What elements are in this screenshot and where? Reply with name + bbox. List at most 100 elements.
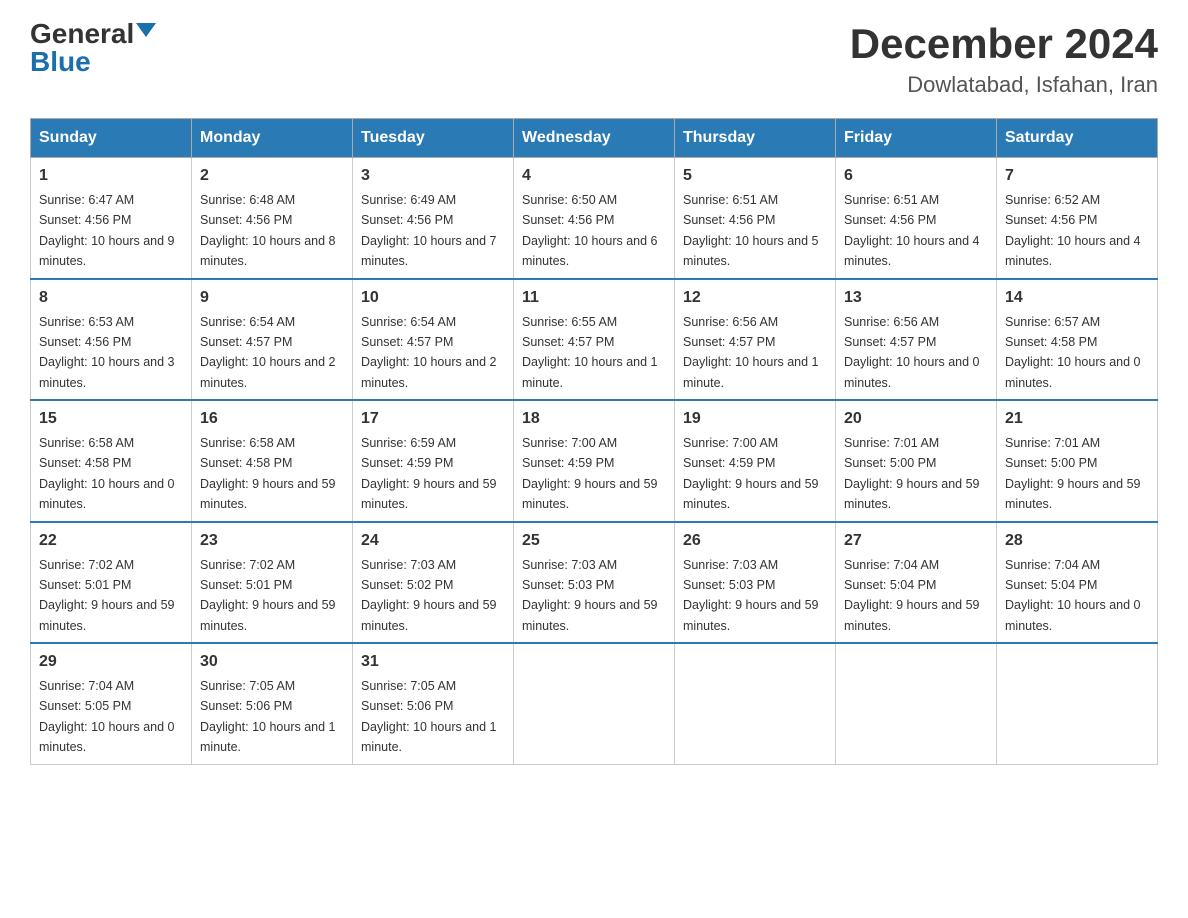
day-number: 23 <box>200 529 344 553</box>
day-cell: 11 Sunrise: 6:55 AMSunset: 4:57 PMDayligh… <box>514 279 675 401</box>
day-number: 18 <box>522 407 666 431</box>
day-number: 16 <box>200 407 344 431</box>
page-header: General Blue December 2024 Dowlatabad, I… <box>30 20 1158 98</box>
day-cell: 23Sunrise: 7:02 AMSunset: 5:01 PMDayligh… <box>192 522 353 644</box>
day-cell: 27 Sunrise: 7:04 AMSunset: 5:04 PMDayligh… <box>836 522 997 644</box>
day-info: Sunrise: 7:05 AMSunset: 5:06 PMDaylight:… <box>361 679 497 754</box>
day-number: 6 <box>844 164 988 188</box>
day-cell: 12 Sunrise: 6:56 AMSunset: 4:57 PMDayligh… <box>675 279 836 401</box>
header-tuesday: Tuesday <box>353 119 514 158</box>
day-number: 21 <box>1005 407 1149 431</box>
day-number: 20 <box>844 407 988 431</box>
day-info: Sunrise: 6:48 AMSunset: 4:56 PMDaylight:… <box>200 193 336 268</box>
day-number: 17 <box>361 407 505 431</box>
week-row-3: 15Sunrise: 6:58 AMSunset: 4:58 PMDayligh… <box>31 400 1158 522</box>
day-cell: 28 Sunrise: 7:04 AMSunset: 5:04 PMDayligh… <box>997 522 1158 644</box>
logo: General Blue <box>30 20 156 76</box>
day-cell: 9 Sunrise: 6:54 AMSunset: 4:57 PMDaylight… <box>192 279 353 401</box>
day-cell: 18 Sunrise: 7:00 AMSunset: 4:59 PMDayligh… <box>514 400 675 522</box>
day-cell: 25Sunrise: 7:03 AMSunset: 5:03 PMDayligh… <box>514 522 675 644</box>
day-cell <box>514 643 675 764</box>
day-info: Sunrise: 6:50 AMSunset: 4:56 PMDaylight:… <box>522 193 658 268</box>
day-cell: 20 Sunrise: 7:01 AMSunset: 5:00 PMDayligh… <box>836 400 997 522</box>
day-number: 9 <box>200 286 344 310</box>
day-cell <box>675 643 836 764</box>
day-cell: 6 Sunrise: 6:51 AMSunset: 4:56 PMDaylight… <box>836 158 997 279</box>
day-number: 28 <box>1005 529 1149 553</box>
day-cell: 19 Sunrise: 7:00 AMSunset: 4:59 PMDayligh… <box>675 400 836 522</box>
day-cell: 17 Sunrise: 6:59 AMSunset: 4:59 PMDayligh… <box>353 400 514 522</box>
day-cell: 15Sunrise: 6:58 AMSunset: 4:58 PMDayligh… <box>31 400 192 522</box>
header-friday: Friday <box>836 119 997 158</box>
day-number: 4 <box>522 164 666 188</box>
day-number: 14 <box>1005 286 1149 310</box>
day-cell: 24Sunrise: 7:03 AMSunset: 5:02 PMDayligh… <box>353 522 514 644</box>
day-number: 2 <box>200 164 344 188</box>
week-row-5: 29Sunrise: 7:04 AMSunset: 5:05 PMDayligh… <box>31 643 1158 764</box>
day-info: Sunrise: 6:49 AMSunset: 4:56 PMDaylight:… <box>361 193 497 268</box>
logo-general-text: General <box>30 20 134 48</box>
day-number: 26 <box>683 529 827 553</box>
header-wednesday: Wednesday <box>514 119 675 158</box>
week-row-4: 22 Sunrise: 7:02 AMSunset: 5:01 PMDayligh… <box>31 522 1158 644</box>
day-cell <box>836 643 997 764</box>
day-cell: 30Sunrise: 7:05 AMSunset: 5:06 PMDayligh… <box>192 643 353 764</box>
header-saturday: Saturday <box>997 119 1158 158</box>
month-year-title: December 2024 <box>850 20 1158 68</box>
day-info: Sunrise: 6:56 AMSunset: 4:57 PMDaylight:… <box>683 315 819 390</box>
day-info: Sunrise: 6:53 AMSunset: 4:56 PMDaylight:… <box>39 315 175 390</box>
day-info: Sunrise: 6:47 AMSunset: 4:56 PMDaylight:… <box>39 193 175 268</box>
day-info: Sunrise: 6:51 AMSunset: 4:56 PMDaylight:… <box>683 193 819 268</box>
day-number: 30 <box>200 650 344 674</box>
day-number: 7 <box>1005 164 1149 188</box>
day-info: Sunrise: 7:03 AMSunset: 5:02 PMDaylight:… <box>361 558 497 633</box>
day-cell: 5 Sunrise: 6:51 AMSunset: 4:56 PMDaylight… <box>675 158 836 279</box>
day-number: 27 <box>844 529 988 553</box>
day-number: 5 <box>683 164 827 188</box>
calendar-table: SundayMondayTuesdayWednesdayThursdayFrid… <box>30 118 1158 765</box>
logo-triangle-icon <box>136 23 156 37</box>
day-info: Sunrise: 7:00 AMSunset: 4:59 PMDaylight:… <box>683 436 819 511</box>
day-number: 1 <box>39 164 183 188</box>
header-sunday: Sunday <box>31 119 192 158</box>
day-info: Sunrise: 6:56 AMSunset: 4:57 PMDaylight:… <box>844 315 980 390</box>
day-info: Sunrise: 7:03 AMSunset: 5:03 PMDaylight:… <box>522 558 658 633</box>
day-info: Sunrise: 7:04 AMSunset: 5:04 PMDaylight:… <box>1005 558 1141 633</box>
day-cell: 13 Sunrise: 6:56 AMSunset: 4:57 PMDayligh… <box>836 279 997 401</box>
day-info: Sunrise: 6:59 AMSunset: 4:59 PMDaylight:… <box>361 436 497 511</box>
day-cell: 10Sunrise: 6:54 AMSunset: 4:57 PMDayligh… <box>353 279 514 401</box>
week-row-1: 1 Sunrise: 6:47 AMSunset: 4:56 PMDaylight… <box>31 158 1158 279</box>
day-cell: 7 Sunrise: 6:52 AMSunset: 4:56 PMDaylight… <box>997 158 1158 279</box>
day-info: Sunrise: 6:51 AMSunset: 4:56 PMDaylight:… <box>844 193 980 268</box>
header-thursday: Thursday <box>675 119 836 158</box>
day-cell <box>997 643 1158 764</box>
day-cell: 16Sunrise: 6:58 AMSunset: 4:58 PMDayligh… <box>192 400 353 522</box>
day-number: 8 <box>39 286 183 310</box>
week-row-2: 8 Sunrise: 6:53 AMSunset: 4:56 PMDaylight… <box>31 279 1158 401</box>
day-number: 10 <box>361 286 505 310</box>
day-info: Sunrise: 6:54 AMSunset: 4:57 PMDaylight:… <box>200 315 336 390</box>
day-number: 31 <box>361 650 505 674</box>
day-info: Sunrise: 7:01 AMSunset: 5:00 PMDaylight:… <box>1005 436 1141 511</box>
day-cell: 3 Sunrise: 6:49 AMSunset: 4:56 PMDaylight… <box>353 158 514 279</box>
title-section: December 2024 Dowlatabad, Isfahan, Iran <box>850 20 1158 98</box>
day-number: 13 <box>844 286 988 310</box>
day-number: 11 <box>522 286 666 310</box>
day-info: Sunrise: 6:57 AMSunset: 4:58 PMDaylight:… <box>1005 315 1141 390</box>
day-cell: 2 Sunrise: 6:48 AMSunset: 4:56 PMDaylight… <box>192 158 353 279</box>
day-number: 15 <box>39 407 183 431</box>
day-number: 29 <box>39 650 183 674</box>
day-info: Sunrise: 7:01 AMSunset: 5:00 PMDaylight:… <box>844 436 980 511</box>
day-number: 22 <box>39 529 183 553</box>
day-number: 19 <box>683 407 827 431</box>
header-monday: Monday <box>192 119 353 158</box>
day-info: Sunrise: 6:55 AMSunset: 4:57 PMDaylight:… <box>522 315 658 390</box>
day-number: 12 <box>683 286 827 310</box>
day-info: Sunrise: 7:00 AMSunset: 4:59 PMDaylight:… <box>522 436 658 511</box>
day-info: Sunrise: 7:04 AMSunset: 5:04 PMDaylight:… <box>844 558 980 633</box>
day-cell: 29Sunrise: 7:04 AMSunset: 5:05 PMDayligh… <box>31 643 192 764</box>
day-info: Sunrise: 6:52 AMSunset: 4:56 PMDaylight:… <box>1005 193 1141 268</box>
day-info: Sunrise: 7:03 AMSunset: 5:03 PMDaylight:… <box>683 558 819 633</box>
day-number: 3 <box>361 164 505 188</box>
day-info: Sunrise: 7:02 AMSunset: 5:01 PMDaylight:… <box>39 558 175 633</box>
